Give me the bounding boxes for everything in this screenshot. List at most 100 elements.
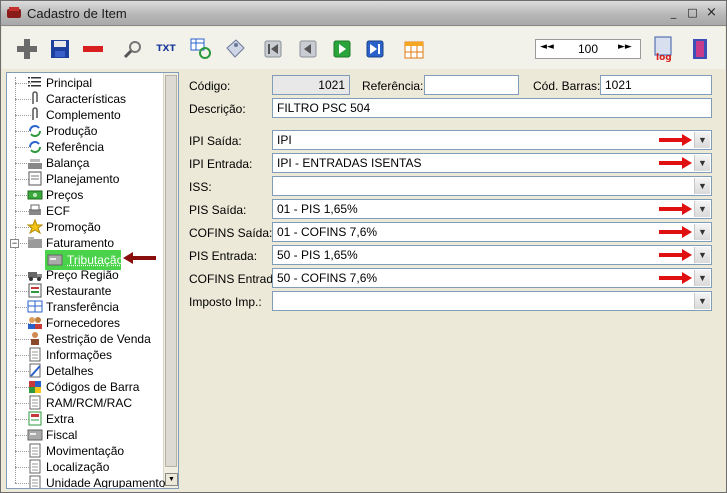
tree-item-label: ECF: [46, 204, 70, 218]
log-icon: log: [654, 36, 672, 62]
iss-select[interactable]: ▼: [272, 176, 712, 196]
tree-item-ram-rcm-rac[interactable]: RAM/RCM/RAC: [7, 395, 167, 411]
annotation-arrow-icon: [659, 226, 692, 238]
cofins-saida-label: COFINS Saída:: [189, 226, 273, 240]
doc-icon: [29, 347, 41, 362]
chevron-down-icon[interactable]: ▼: [694, 247, 710, 263]
codigo-field[interactable]: 1021: [272, 75, 350, 95]
cod-barras-label: Cód. Barras:: [533, 79, 601, 93]
pis-saida-select[interactable]: 01 - PIS 1,65% ▼: [272, 199, 712, 219]
chevron-down-icon[interactable]: ▼: [694, 178, 710, 194]
chevron-down-icon[interactable]: ▼: [694, 270, 710, 286]
tree-item-complemento[interactable]: Complemento: [7, 107, 167, 123]
last-record-button[interactable]: [362, 37, 388, 61]
first-record-button[interactable]: [260, 37, 286, 61]
nav-first-icon[interactable]: ◄◄: [540, 42, 554, 52]
tree-item-detalhes[interactable]: Detalhes: [7, 363, 167, 379]
collapse-icon[interactable]: −: [10, 239, 19, 248]
record-navigator[interactable]: ◄◄ 100 ►►: [535, 39, 641, 59]
refresh-grid-button[interactable]: [188, 37, 214, 61]
tree-item-restaurante[interactable]: Restaurante: [7, 283, 167, 299]
txt-icon: TXT: [156, 44, 176, 54]
cofins-saida-select[interactable]: 01 - COFINS 7,6% ▼: [272, 222, 712, 242]
descricao-field[interactable]: FILTRO PSC 504: [272, 98, 712, 118]
previous-record-button[interactable]: [295, 37, 321, 61]
tree-item-promocao[interactable]: Promoção: [7, 219, 167, 235]
tree-item-transferencia[interactable]: Transferência: [7, 299, 167, 315]
truck-icon: [28, 272, 42, 281]
previous-icon: [299, 40, 317, 58]
chevron-down-icon[interactable]: ▼: [694, 293, 710, 309]
delete-button[interactable]: [80, 37, 106, 61]
tree-item-ecf[interactable]: ECF: [7, 203, 167, 219]
svg-text:log: log: [656, 53, 672, 62]
tree-item-localizacao[interactable]: Localização: [7, 459, 167, 475]
pis-entrada-select[interactable]: 50 - PIS 1,65% ▼: [272, 245, 712, 265]
card-icon: [47, 254, 63, 266]
tree-item-movimentacao[interactable]: Movimentação: [7, 443, 167, 459]
tree-item-caracteristicas[interactable]: Características: [7, 91, 167, 107]
exit-button[interactable]: [688, 37, 714, 61]
add-button[interactable]: [14, 37, 40, 61]
tree-item-label: Restrição de Venda: [46, 332, 151, 346]
nav-next-icon[interactable]: ►►: [618, 42, 632, 52]
chevron-down-icon[interactable]: ▼: [694, 201, 710, 217]
tree-item-extra[interactable]: Extra: [7, 411, 167, 427]
maximize-button[interactable]: □: [684, 5, 701, 21]
app-icon: [7, 7, 21, 18]
printer-icon: [29, 204, 41, 215]
chevron-down-icon[interactable]: ▼: [694, 155, 710, 171]
cofins-entrada-select[interactable]: 50 - COFINS 7,6% ▼: [272, 268, 712, 288]
floppy-icon: [51, 40, 69, 58]
next-record-button[interactable]: [329, 37, 355, 61]
chevron-down-icon[interactable]: ▼: [694, 224, 710, 240]
tree-item-label: Extra: [46, 412, 75, 426]
plus-icon: [17, 39, 37, 59]
close-button[interactable]: ×: [703, 5, 720, 21]
tree-item-restricao-de-venda[interactable]: Restrição de Venda: [7, 331, 167, 347]
minimize-button[interactable]: _: [665, 5, 682, 21]
tree-item-balanca[interactable]: Balança: [7, 155, 167, 171]
save-button[interactable]: [47, 37, 73, 61]
tree-item-planejamento[interactable]: Planejamento: [7, 171, 167, 187]
tree-item-fornecedores[interactable]: Fornecedores: [7, 315, 167, 331]
tree-item-informacoes[interactable]: Informações: [7, 347, 167, 363]
log-button[interactable]: log: [651, 36, 677, 62]
tree-item-faturamento[interactable]: Faturamento −: [7, 235, 167, 251]
tree-item-principal[interactable]: Principal: [7, 75, 167, 91]
ipi-saida-select[interactable]: IPI ▼: [272, 130, 712, 150]
tree-item-label: RAM/RCM/RAC: [46, 396, 132, 410]
ipi-entrada-select[interactable]: IPI - ENTRADAS ISENTAS ▼: [272, 153, 712, 173]
tree-item-referencia[interactable]: Referência: [7, 139, 167, 155]
tree-item-label: Complemento: [46, 108, 121, 122]
pis-saida-value: 01 - PIS 1,65%: [277, 202, 358, 216]
chevron-down-icon[interactable]: ▼: [694, 132, 710, 148]
export-txt-button[interactable]: TXT: [153, 37, 179, 61]
tree-item-fiscal[interactable]: Fiscal: [7, 427, 167, 443]
table-icon: [28, 411, 42, 426]
tree-item-unidade-agrupamento[interactable]: Unidade Agrupamento: [7, 475, 167, 488]
tag-button[interactable]: [222, 37, 248, 61]
menu-icon: [28, 283, 42, 298]
search-button[interactable]: [120, 37, 146, 61]
card-icon: [27, 429, 43, 441]
annotation-arrow-icon: [659, 272, 692, 284]
ipi-saida-value: IPI: [277, 133, 292, 147]
imposto-imp-select[interactable]: ▼: [272, 291, 712, 311]
calendar-grid-button[interactable]: [401, 37, 427, 61]
tree-item-producao[interactable]: Produção: [7, 123, 167, 139]
tree-item-precos[interactable]: Preços: [7, 187, 167, 203]
doc-icon: [29, 395, 41, 410]
tree-item-codigos-de-barra[interactable]: Códigos de Barra: [7, 379, 167, 395]
tree-item-preco-regiao[interactable]: Preço Região: [7, 267, 167, 283]
tree-item-label: Preço Região: [46, 268, 119, 282]
folder-icon: [28, 237, 42, 248]
referencia-field[interactable]: [424, 75, 519, 95]
tree-item-label: Faturamento: [46, 236, 115, 250]
refresh-icon: [29, 125, 41, 137]
imposto-imp-label: Imposto Imp.:: [189, 295, 262, 309]
tree-item-label: Movimentação: [46, 444, 125, 458]
cod-barras-field[interactable]: 1021: [600, 75, 712, 95]
ipi-entrada-label: IPI Entrada:: [189, 157, 253, 171]
pis-saida-label: PIS Saída:: [189, 203, 247, 217]
